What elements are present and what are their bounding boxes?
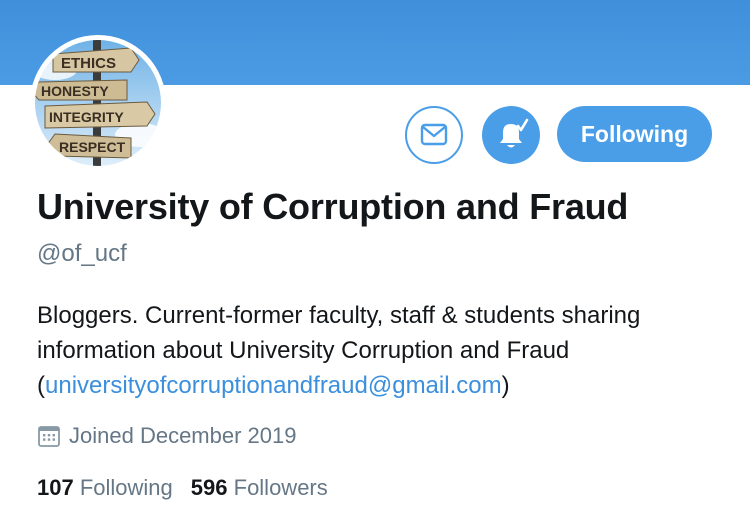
calendar-icon	[38, 426, 60, 447]
sign-integrity: INTEGRITY	[49, 109, 124, 125]
message-button[interactable]	[405, 106, 463, 164]
display-name: University of Corruption and Fraud	[37, 186, 629, 227]
envelope-icon	[420, 123, 448, 146]
avatar-image: ETHICS HONESTY INTEGRITY RESPECT	[35, 40, 161, 166]
sign-respect: RESPECT	[59, 139, 126, 155]
profile-stats: 107 Following 596 Followers	[37, 475, 328, 501]
sign-ethics: ETHICS	[61, 55, 116, 72]
sign-honesty: HONESTY	[41, 83, 109, 99]
bio-end: )	[501, 372, 510, 399]
following-stat[interactable]: 107 Following	[37, 475, 173, 500]
notifications-button[interactable]	[482, 106, 540, 164]
bio-email-link[interactable]: universityofcorruptionandfraud@gmail.com	[45, 372, 502, 399]
followers-stat-label: Followers	[233, 475, 328, 500]
following-count: 107	[37, 475, 74, 500]
avatar[interactable]: ETHICS HONESTY INTEGRITY RESPECT	[30, 35, 166, 171]
bio: Bloggers. Current-former faculty, staff …	[37, 298, 727, 403]
followers-count: 596	[190, 475, 228, 500]
joined-date: Joined December 2019	[37, 423, 296, 449]
following-button[interactable]: Following	[557, 106, 712, 162]
handle: @of_ucf	[37, 240, 127, 267]
joined-text: Joined December 2019	[69, 423, 297, 448]
bell-check-icon	[500, 118, 529, 148]
following-stat-label: Following	[79, 475, 173, 500]
followers-stat[interactable]: 596 Followers	[191, 475, 328, 500]
